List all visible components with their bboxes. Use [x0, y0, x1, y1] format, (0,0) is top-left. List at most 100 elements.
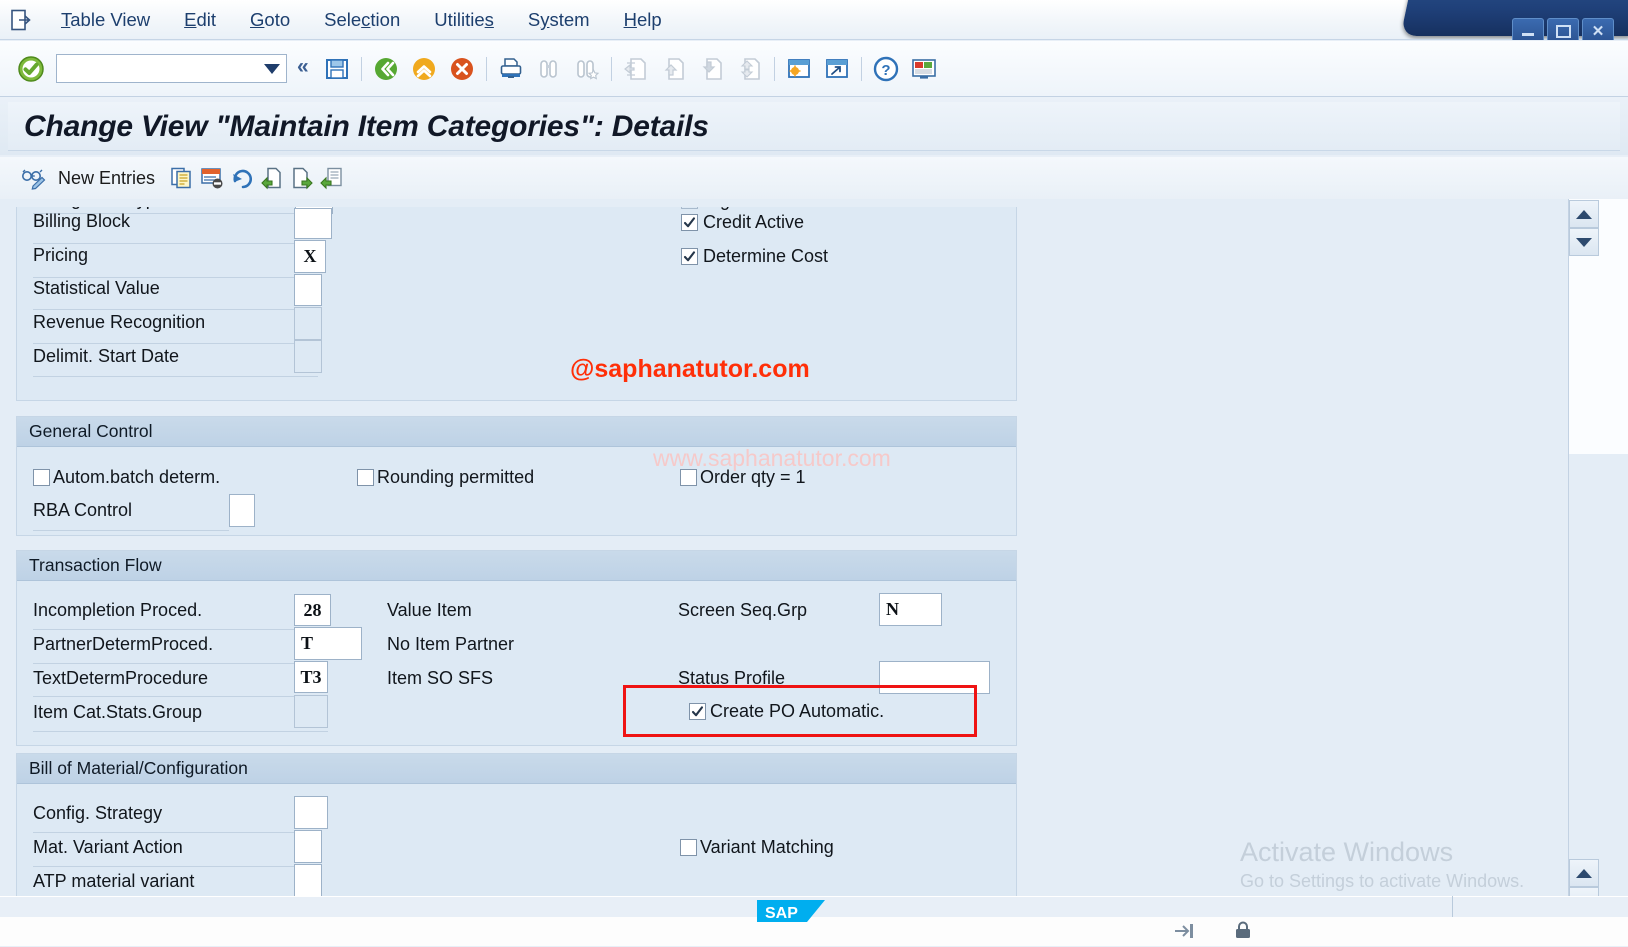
undo-icon[interactable] [229, 165, 255, 191]
restore-icon[interactable] [1547, 18, 1579, 40]
field-label-billing-block: Billing Block [33, 211, 131, 231]
checkbox-rounding-permitted[interactable] [357, 469, 374, 486]
scroll-up-button-bottom[interactable] [1569, 859, 1599, 887]
field-label-screen-seq-grp: Screen Seq.Grp [678, 600, 808, 620]
first-page-icon [621, 54, 651, 84]
print-icon[interactable] [496, 54, 526, 84]
menu-item-table-view[interactable]: Table View [44, 5, 167, 35]
menu-item-help[interactable]: Help [607, 5, 679, 35]
display-change-icon[interactable] [20, 165, 46, 191]
field-input-screen-seq-grp[interactable]: N [879, 593, 942, 626]
field-input-atp-material-variant[interactable] [294, 864, 322, 896]
window-controls: ✕ [1512, 16, 1614, 40]
save-icon[interactable] [322, 54, 352, 84]
watermark-saphanatutor: @saphanatutor.com [570, 355, 810, 383]
field-input-incompletion-proced[interactable]: 28 [294, 594, 331, 626]
customize-local-layout-icon[interactable] [909, 54, 939, 84]
field-input-pricing[interactable]: X [294, 240, 326, 273]
checkbox-label-variant-matching: Variant Matching [700, 837, 834, 857]
watermark-activate-windows: Activate Windows Go to Settings to activ… [1240, 836, 1524, 893]
previous-page-icon [659, 54, 689, 84]
panel-transaction-flow: Transaction Flow Incompletion Proced. 28… [16, 550, 1017, 746]
chevron-down-icon[interactable] [264, 63, 280, 74]
previous-entry-icon[interactable] [259, 165, 285, 191]
create-shortcut-icon[interactable] [822, 54, 852, 84]
section-title-transaction-flow: Transaction Flow [29, 555, 162, 575]
checkbox-label-rounding-permitted: Rounding permitted [377, 467, 535, 487]
triangle-up-icon [1576, 868, 1592, 878]
close-icon[interactable]: ✕ [1582, 18, 1614, 40]
field-input-billing-block[interactable] [294, 208, 332, 239]
field-input-partner-determ-proced[interactable]: T [294, 627, 362, 660]
delete-icon[interactable] [199, 165, 225, 191]
scroll-down-button-top[interactable] [1569, 228, 1599, 256]
field-underline [33, 663, 294, 664]
field-underline [33, 376, 318, 377]
exit-icon[interactable] [409, 54, 439, 84]
checkbox-row-create-po-automatic[interactable]: Create PO Automatic. [689, 701, 884, 722]
menu-item-edit[interactable]: Edit [167, 5, 233, 35]
field-input-revenue-recognition [294, 307, 322, 340]
menu-item-system[interactable]: System [511, 5, 607, 35]
field-input-status-profile[interactable] [879, 661, 990, 694]
menu-item-selection[interactable]: Selection [307, 5, 417, 35]
copy-as-icon[interactable] [169, 165, 195, 191]
scroll-up-button-top[interactable] [1569, 200, 1599, 228]
field-label-config-strategy: Config. Strategy [33, 803, 163, 823]
toolbar-divider [485, 56, 487, 81]
menu-item-goto[interactable]: Goto [233, 5, 307, 35]
field-input-item-cat-stats-group [294, 695, 328, 728]
document-exit-icon[interactable] [8, 7, 34, 33]
watermark-activate-title: Activate Windows [1240, 837, 1454, 867]
field-underline [33, 731, 328, 732]
checkbox-autom-batch-determ[interactable] [33, 469, 50, 486]
content-top-mask [0, 199, 1628, 207]
field-input-statistical-value[interactable] [294, 274, 322, 306]
back-icon[interactable] [371, 54, 401, 84]
field-description-no-item-partner: No Item Partner [387, 634, 515, 654]
checkbox-credit-active[interactable] [681, 214, 698, 231]
checkbox-variant-matching[interactable] [680, 839, 697, 856]
field-input-mat-variant-action[interactable] [294, 830, 322, 863]
create-session-icon[interactable] [784, 54, 814, 84]
sap-logo: SAP [757, 900, 825, 922]
status-bar-icon-left[interactable] [1173, 922, 1195, 940]
green-check-icon[interactable] [16, 54, 46, 84]
field-underline [33, 343, 294, 344]
new-entries-button[interactable]: New Entries [58, 168, 155, 189]
checkbox-row-autom-batch-determ[interactable]: Autom.batch determ. [33, 467, 220, 488]
variable-list-icon[interactable] [319, 165, 345, 191]
field-input-rba-control[interactable] [229, 494, 255, 527]
double-chevron-left-icon[interactable]: « [293, 55, 318, 82]
toolbar-divider [610, 56, 612, 81]
menu-item-utilities[interactable]: Utilities [417, 5, 511, 35]
menu-bar: Table View Edit Goto Selection Utilities… [0, 0, 679, 40]
field-description-item-so-sfs: Item SO SFS [387, 668, 494, 688]
next-entry-icon[interactable] [289, 165, 315, 191]
field-underline [33, 530, 229, 531]
vertical-scrollbar-track-bottom[interactable] [1568, 454, 1628, 896]
form-content-area: Billing Plan Type Wght/Vol.Relevant Bill… [0, 199, 1628, 896]
field-label-revenue-recognition: Revenue Recognition [33, 312, 206, 332]
checkbox-determine-cost[interactable] [681, 248, 698, 265]
field-label-rba-control: RBA Control [33, 500, 133, 520]
field-underline [33, 832, 294, 833]
status-bar-icon-right[interactable] [1233, 921, 1253, 941]
checkbox-create-po-automatic[interactable] [689, 703, 706, 720]
checkbox-row-credit-active[interactable]: Credit Active [681, 212, 804, 233]
command-field[interactable] [56, 54, 287, 83]
find-icon [534, 54, 564, 84]
system-toolbar: « ? [0, 41, 1628, 97]
field-input-config-strategy[interactable] [294, 796, 328, 829]
checkbox-row-determine-cost[interactable]: Determine Cost [681, 246, 828, 267]
help-icon[interactable]: ? [871, 54, 901, 84]
triangle-down-icon [1576, 237, 1592, 247]
svg-text:?: ? [881, 62, 890, 79]
checkbox-row-rounding-permitted[interactable]: Rounding permitted [357, 467, 534, 488]
field-input-text-determ-procedure[interactable]: T3 [294, 661, 328, 693]
field-underline [33, 309, 294, 310]
application-toolbar: New Entries [0, 157, 1628, 200]
minimize-icon[interactable] [1512, 18, 1544, 40]
cancel-icon[interactable] [447, 54, 477, 84]
checkbox-row-variant-matching[interactable]: Variant Matching [680, 837, 834, 858]
